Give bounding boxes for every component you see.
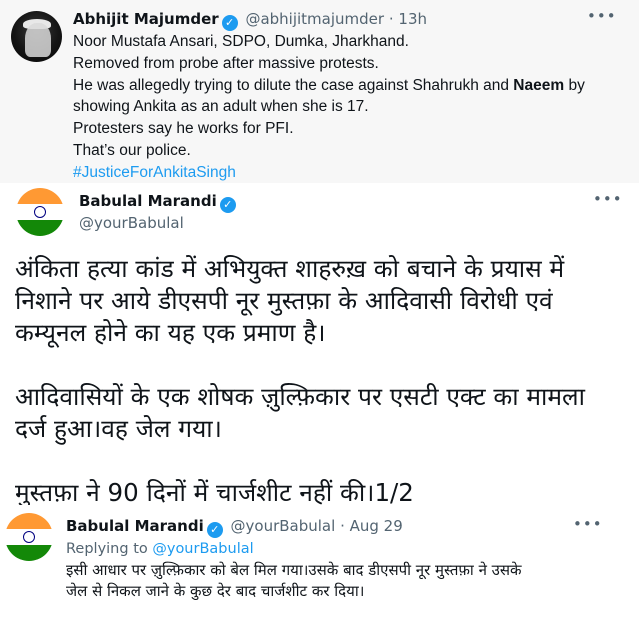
tweet-header: Abhijit Majumder ✓ @abhijitmajumder · 13h [73, 9, 427, 31]
replying-to: Replying to @yourBabulal [66, 539, 254, 559]
tweet-text: अंकिता हत्या कांड में अभियुक्त शाहरुख़ क… [15, 253, 630, 509]
tweet-line: कम्यूनल होने का यह एक प्रमाण है। [15, 318, 326, 347]
verified-badge-icon: ✓ [219, 197, 236, 213]
more-options-icon[interactable]: ••• [593, 190, 623, 208]
verified-badge-icon: ✓ [221, 15, 238, 31]
avatar[interactable] [5, 513, 53, 561]
tweet-line: आदिवासियों के एक शोषक ज़ुल्फ़िकार पर एसट… [15, 382, 585, 411]
separator: · [388, 10, 394, 28]
tweet-header: Babulal Marandi ✓ [79, 191, 239, 213]
tweet-line: इसी आधार पर ज़ुल्फ़िकार को बेल मिल गया।उ… [66, 561, 522, 579]
separator: · [340, 517, 345, 535]
highlighted-name: Naeem [513, 76, 565, 94]
author-handle[interactable]: @yourBabulal [79, 213, 184, 233]
author-name[interactable]: Babulal Marandi [79, 192, 217, 210]
hashtag-link[interactable]: #JusticeForAnkitaSingh [73, 162, 628, 184]
tweet-line: निशाने पर आये डीएसपी नूर मुस्तफ़ा के आदि… [15, 286, 553, 315]
tweet-text: इसी आधार पर ज़ुल्फ़िकार को बेल मिल गया।उ… [66, 560, 606, 602]
tweet-line: showing Ankita as an adult when she is 1… [73, 98, 369, 116]
tweet-line: अंकिता हत्या कांड में अभियुक्त शाहरुख़ क… [15, 254, 565, 283]
tweet-line: Noor Mustafa Ansari, SDPO, Dumka, Jharkh… [73, 33, 409, 50]
timestamp[interactable]: 13h [398, 10, 427, 28]
replying-label: Replying to [66, 541, 148, 557]
more-options-icon[interactable]: ••• [587, 7, 617, 25]
tweet-text: Noor Mustafa Ansari, SDPO, Dumka, Jharkh… [73, 31, 628, 184]
tweet-header: Babulal Marandi ✓ @yourBabulal · Aug 29 [66, 516, 403, 538]
tweet-line: That’s our police. [73, 141, 191, 159]
tweet-line: जेल से निकल जाने के कुछ देर बाद चार्जशीट… [66, 582, 365, 600]
avatar[interactable] [16, 188, 64, 236]
tweet-line: Removed from probe after massive protest… [73, 54, 379, 72]
author-handle[interactable]: @yourBabulal [231, 517, 336, 535]
author-name[interactable]: Abhijit Majumder [73, 10, 219, 28]
author-name[interactable]: Babulal Marandi [66, 517, 204, 535]
author-handle[interactable]: @abhijitmajumder [245, 10, 384, 28]
more-options-icon[interactable]: ••• [573, 515, 603, 533]
tweet-line: Protesters say he works for PFI. [73, 120, 294, 138]
verified-badge-icon: ✓ [206, 522, 223, 538]
mention-link[interactable]: @yourBabulal [152, 541, 253, 557]
timestamp[interactable]: Aug 29 [350, 517, 403, 535]
avatar[interactable] [11, 11, 62, 62]
tweet-line: दर्ज हुआ।वह जेल गया। [15, 414, 222, 443]
tweet-line: He was allegedly trying to dilute the ca… [73, 76, 585, 94]
